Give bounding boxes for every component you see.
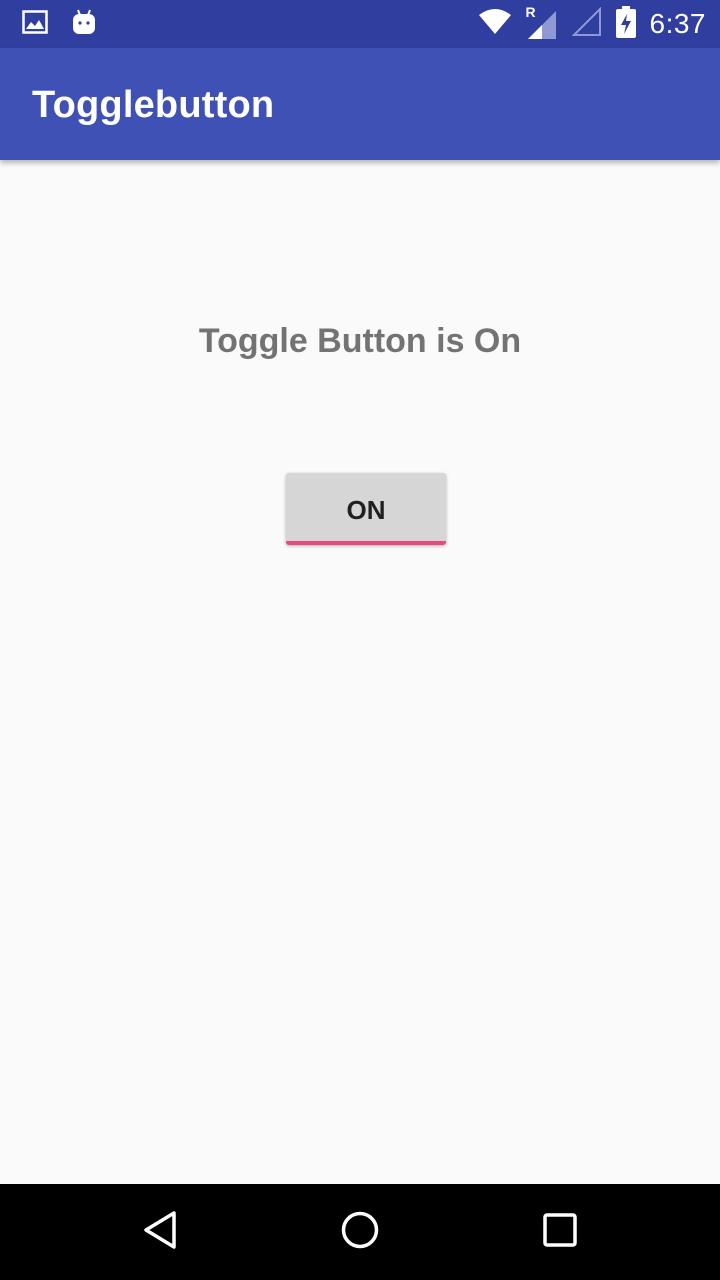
system-status-icons: R 6:37 bbox=[478, 4, 707, 43]
back-button[interactable] bbox=[136, 1208, 184, 1256]
status-time: 6:37 bbox=[649, 8, 706, 39]
signal-empty-icon bbox=[571, 6, 602, 42]
home-button[interactable] bbox=[336, 1208, 384, 1256]
main-content: Toggle Button is On ON bbox=[0, 160, 720, 1184]
toggle-button-label: ON bbox=[346, 495, 386, 525]
toggle-button[interactable]: ON bbox=[286, 473, 446, 545]
toggle-on-indicator bbox=[286, 541, 446, 545]
android-notification-icon bbox=[72, 9, 96, 40]
app-bar: Togglebutton bbox=[0, 48, 720, 160]
back-icon bbox=[142, 1210, 178, 1255]
status-bar: R 6:37 bbox=[0, 0, 720, 48]
image-notification-icon bbox=[22, 9, 48, 39]
home-icon bbox=[340, 1210, 380, 1255]
recents-button[interactable] bbox=[536, 1208, 584, 1256]
battery-charging-icon bbox=[615, 5, 636, 43]
signal-icon: R bbox=[526, 4, 558, 40]
navigation-bar bbox=[0, 1184, 720, 1280]
app-title: Togglebutton bbox=[32, 84, 275, 126]
notification-icons bbox=[22, 9, 96, 40]
recents-icon bbox=[542, 1212, 578, 1253]
network-type-label: R bbox=[525, 4, 536, 20]
wifi-icon bbox=[478, 8, 512, 40]
toggle-status-text: Toggle Button is On bbox=[198, 322, 522, 360]
